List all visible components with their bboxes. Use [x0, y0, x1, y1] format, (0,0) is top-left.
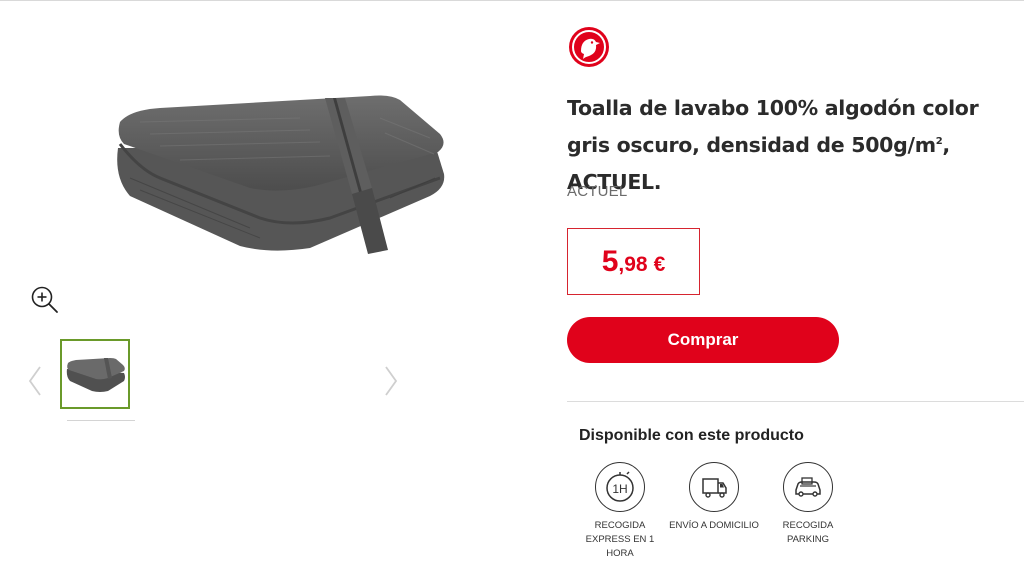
brand-name[interactable]: ACTUEL — [567, 183, 627, 200]
product-title-text: Toalla de lavabo 100% algodón color gris… — [567, 96, 979, 157]
zoom-in-icon[interactable] — [28, 284, 62, 318]
price-currency: € — [653, 252, 666, 276]
express-1h-icon: 1H — [595, 462, 645, 512]
product-thumbnail[interactable] — [60, 339, 130, 409]
parking-pickup-icon — [783, 462, 833, 512]
home-delivery-icon — [689, 462, 739, 512]
price-integer: 5 — [601, 244, 619, 278]
store-bird-logo-icon — [567, 25, 611, 69]
section-divider — [567, 401, 1024, 402]
thumbnail-underline — [67, 420, 135, 421]
express-1h-icon-text: 1H — [612, 482, 627, 496]
price-decimals: ,98 — [618, 252, 648, 276]
service-label: ENVÍO A DOMICILIO — [669, 520, 759, 531]
product-title: Toalla de lavabo 100% algodón color gris… — [567, 90, 1017, 201]
service-label: RECOGIDA EXPRESS EN 1 HORA — [585, 520, 655, 559]
price-box: 5 ,98 € — [567, 228, 700, 295]
product-main-image[interactable] — [100, 78, 460, 268]
service-parking-pickup: RECOGIDA PARKING — [763, 462, 853, 547]
buy-button[interactable]: Comprar — [567, 317, 839, 363]
availability-title: Disponible con este producto — [579, 427, 804, 444]
thumbnail-next-chevron-right-icon[interactable] — [382, 364, 400, 398]
service-home-delivery: ENVÍO A DOMICILIO — [669, 462, 759, 533]
service-express-pickup: 1H RECOGIDA EXPRESS EN 1 HORA — [575, 462, 665, 561]
service-label: RECOGIDA PARKING — [782, 520, 834, 545]
thumbnail-prev-chevron-left-icon[interactable] — [26, 364, 44, 398]
top-divider — [0, 0, 1024, 1]
